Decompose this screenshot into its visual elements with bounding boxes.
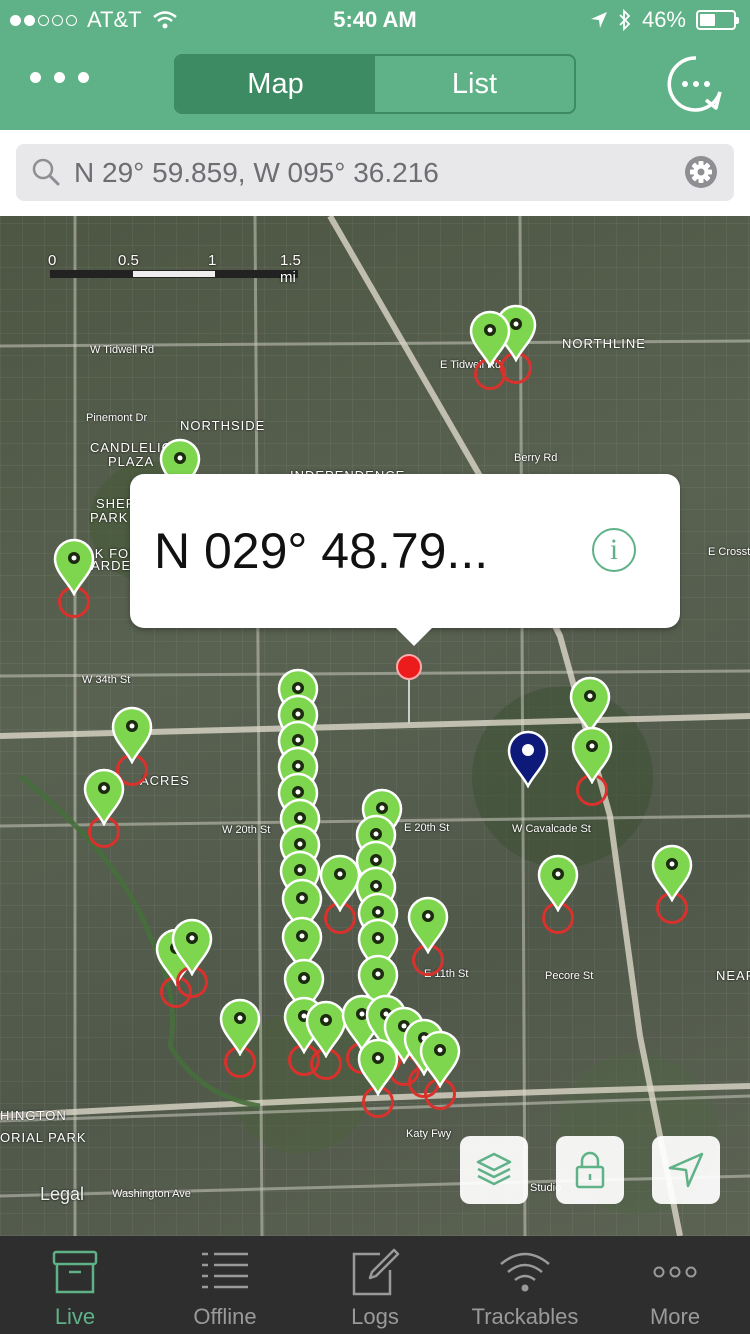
geocache-pin[interactable] xyxy=(570,726,614,784)
tab-list[interactable]: List xyxy=(375,56,574,112)
geocache-pin[interactable] xyxy=(418,1030,462,1088)
map-list-segmented-control: Map List xyxy=(174,54,576,114)
chat-refresh-icon[interactable] xyxy=(666,54,726,114)
more-dots-icon xyxy=(653,1266,697,1278)
tab-more[interactable]: More xyxy=(600,1236,750,1334)
map-label-northside: NORTHSIDE xyxy=(180,418,266,433)
map-label-e-20th: E 20th St xyxy=(404,822,450,834)
battery-icon xyxy=(696,10,739,30)
map-label-w-tidwell: W Tidwell Rd xyxy=(90,344,155,356)
tab-map[interactable]: Map xyxy=(176,56,375,112)
map-label-northline: NORTHLINE xyxy=(562,336,646,351)
map-label-acres: ACRES xyxy=(140,773,190,788)
map-label-e-crosstimbers: E Crosst xyxy=(708,546,750,558)
geocache-pin[interactable] xyxy=(170,918,214,976)
callout-coordinate-text: N 029° 48.79... xyxy=(154,523,489,579)
map-label-w-20th: W 20th St xyxy=(222,824,271,836)
menu-button[interactable] xyxy=(30,72,89,83)
tab-offline[interactable]: Offline xyxy=(150,1236,300,1334)
map-label-pinemont: Pinemont Dr xyxy=(86,412,148,424)
map-label-near: NEAR xyxy=(716,968,750,983)
pencil-square-icon xyxy=(352,1248,400,1296)
list-icon xyxy=(202,1252,248,1289)
map-view[interactable]: 0 0.5 1 1.5 mi NORTHLINE NORTHSIDE CANDL… xyxy=(0,216,750,1236)
location-arrow-icon xyxy=(668,1152,704,1188)
geocache-pin[interactable] xyxy=(536,854,580,912)
coordinate-callout[interactable]: N 029° 48.79... i xyxy=(130,474,680,646)
coordinate-search-input[interactable] xyxy=(74,144,674,201)
layers-button[interactable] xyxy=(460,1136,528,1204)
map-label-memorial-park: ORIAL PARK xyxy=(0,1130,87,1145)
layers-icon xyxy=(476,1152,512,1186)
status-right: 46% xyxy=(590,7,739,33)
gear-icon[interactable] xyxy=(684,155,718,189)
nav-header: AT&T 5:40 AM 46% Map List xyxy=(0,0,750,130)
tab-trackables-label: Trackables xyxy=(471,1304,579,1329)
map-label-houston: HINGTON xyxy=(0,1108,67,1123)
info-icon[interactable]: i xyxy=(592,528,636,572)
locate-me-button[interactable] xyxy=(652,1136,720,1204)
map-label-katy-fwy: Katy Fwy xyxy=(406,1128,452,1140)
tab-more-label: More xyxy=(649,1304,701,1329)
status-bar: AT&T 5:40 AM 46% xyxy=(0,0,750,40)
search-bar-area xyxy=(0,130,750,216)
map-label-w-cavalcade: W Cavalcade St xyxy=(512,823,591,835)
geocache-pin[interactable] xyxy=(52,538,96,596)
search-icon xyxy=(32,158,60,186)
selected-point-stick xyxy=(408,678,410,724)
scale-label-1: 1 xyxy=(208,252,217,269)
scale-label-0: 0 xyxy=(48,252,57,269)
battery-percent: 46% xyxy=(641,7,686,32)
box-icon xyxy=(52,1250,98,1294)
map-scale: 0 0.5 1 1.5 mi xyxy=(48,252,301,286)
wifi-icon xyxy=(500,1252,550,1292)
map-label-pecore: Pecore St xyxy=(545,970,594,982)
bottom-tab-bar: Live Offline Logs Trackables More xyxy=(0,1236,750,1334)
lock-icon xyxy=(575,1151,605,1189)
tab-logs-label: Logs xyxy=(351,1304,399,1329)
tab-trackables[interactable]: Trackables xyxy=(450,1236,600,1334)
geocache-pin[interactable] xyxy=(650,844,694,902)
tab-offline-label: Offline xyxy=(193,1304,257,1329)
geocache-pin[interactable] xyxy=(468,310,512,368)
legal-link[interactable]: Legal xyxy=(40,1184,84,1205)
geocache-pin[interactable] xyxy=(82,768,126,826)
geocache-pin[interactable] xyxy=(110,706,154,764)
scale-label-1-5: 1.5 mi xyxy=(280,252,301,286)
selected-point-marker[interactable] xyxy=(396,654,422,680)
map-label-berry-rd: Berry Rd xyxy=(514,452,558,464)
lock-button[interactable] xyxy=(556,1136,624,1204)
location-services-icon xyxy=(590,12,607,28)
geocache-pin-selected[interactable] xyxy=(506,730,550,788)
map-label-washington: Washington Ave xyxy=(112,1188,191,1200)
geocache-pin[interactable] xyxy=(406,896,450,954)
tab-live-label: Live xyxy=(54,1304,96,1329)
bluetooth-icon xyxy=(619,9,631,31)
tab-live[interactable]: Live xyxy=(0,1236,150,1334)
search-box xyxy=(16,144,734,201)
geocache-pin[interactable] xyxy=(356,1038,400,1096)
geocache-pin[interactable] xyxy=(218,998,262,1056)
scale-label-half: 0.5 xyxy=(118,252,139,269)
map-label-w-34th: W 34th St xyxy=(82,674,131,686)
map-label-plaza: PLAZA xyxy=(108,454,155,469)
tab-logs[interactable]: Logs xyxy=(300,1236,450,1334)
